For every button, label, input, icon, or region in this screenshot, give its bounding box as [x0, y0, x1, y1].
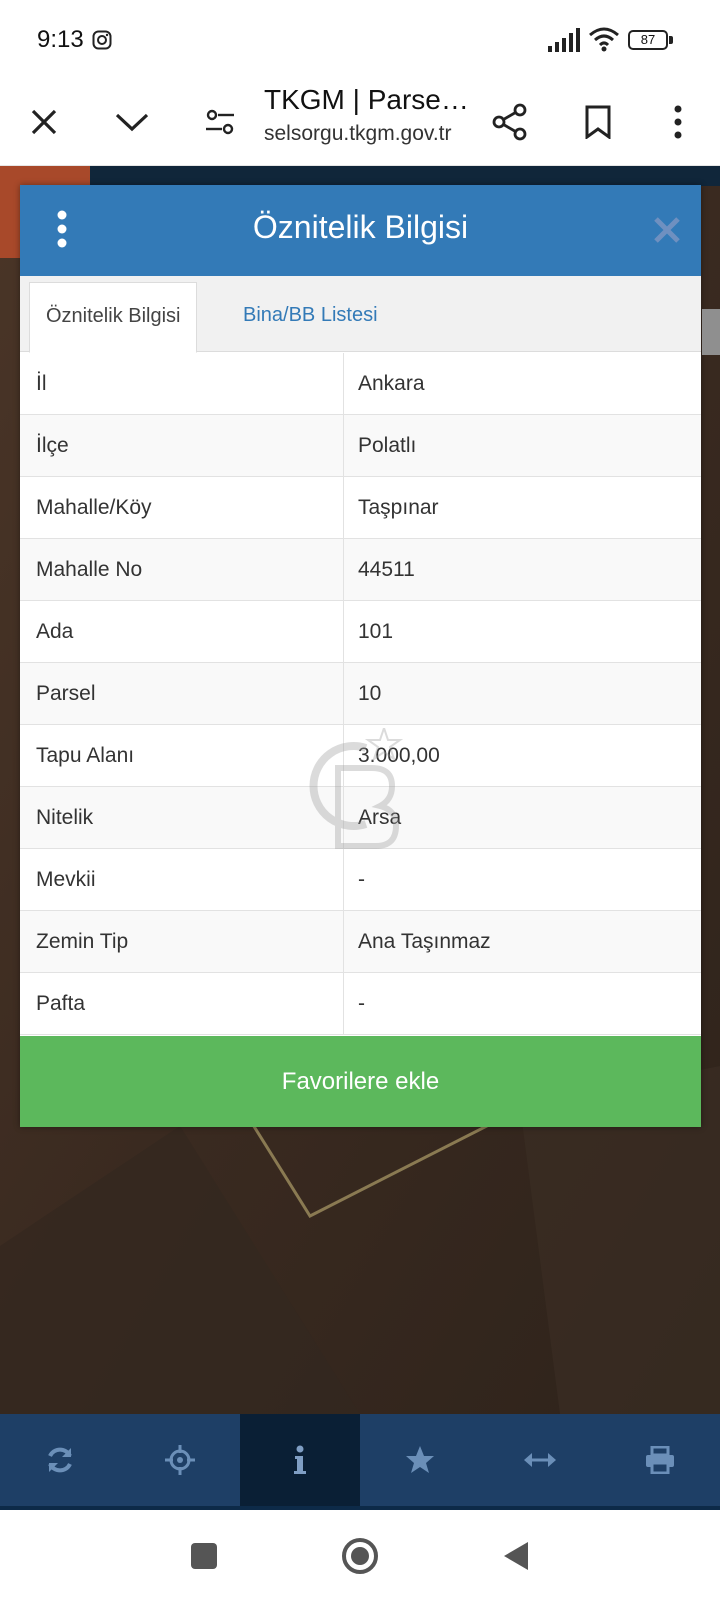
attribute-table: İl Ankara İlçe Polatlı Mahalle/Köy Taşpınar… — [20, 353, 701, 1035]
instagram-icon — [92, 30, 112, 50]
tab-attribute-info[interactable]: Öznitelik Bilgisi — [29, 282, 198, 353]
status-bar: 9:13 87 — [0, 0, 720, 80]
map-top-bar — [90, 166, 720, 186]
close-tab-button[interactable] — [20, 98, 68, 146]
refresh-icon — [48, 1447, 72, 1473]
tune-icon — [206, 109, 234, 135]
modal-title: Öznitelik Bilgisi — [252, 209, 469, 245]
minimize-button[interactable] — [108, 98, 156, 146]
attribute-info-modal: Öznitelik Bilgisi Öznitelik Bilgisi Bina… — [20, 185, 701, 1127]
table-row: İl Ankara — [20, 353, 701, 415]
row-key: Tapu Alanı — [36, 744, 135, 767]
map-toolbar — [0, 1414, 720, 1510]
modal-close-button[interactable] — [650, 213, 684, 247]
modal-header: Öznitelik Bilgisi — [20, 185, 701, 276]
row-key: Mahalle/Köy — [36, 496, 152, 519]
browser-toolbar: TKGM | Parse… selsorgu.tkgm.gov.tr — [0, 80, 720, 166]
page-title: TKGM | Parse… — [264, 84, 469, 115]
row-key: İl — [36, 372, 47, 395]
table-row: Mahalle No 44511 — [20, 539, 701, 601]
row-value: Taşpınar — [358, 496, 439, 519]
signal-icon — [548, 28, 580, 52]
measure-button[interactable] — [480, 1414, 600, 1506]
row-key: Parsel — [36, 682, 96, 705]
info-button[interactable] — [240, 1414, 360, 1506]
print-icon — [646, 1446, 674, 1474]
print-button[interactable] — [600, 1414, 720, 1506]
row-key: İlçe — [36, 434, 69, 457]
refresh-button[interactable] — [0, 1414, 120, 1506]
row-value: Ankara — [358, 372, 425, 395]
tab-building-list[interactable]: Bina/BB Listesi — [227, 282, 394, 353]
back-icon — [504, 1542, 528, 1570]
back-button[interactable] — [492, 1532, 540, 1580]
row-key: Pafta — [36, 992, 86, 1015]
table-row: İlçe Polatlı — [20, 415, 701, 477]
row-key: Mevkii — [36, 868, 96, 891]
row-value: - — [358, 992, 365, 1015]
locate-button[interactable] — [120, 1414, 240, 1506]
row-value: Ana Taşınmaz — [358, 930, 491, 953]
modal-tabs: Öznitelik Bilgisi Bina/BB Listesi — [20, 276, 701, 353]
home-button[interactable] — [336, 1532, 384, 1580]
site-settings-button[interactable] — [196, 98, 244, 146]
recents-icon — [191, 1543, 217, 1569]
star-icon — [406, 1446, 434, 1473]
table-row: Zemin Tip Ana Taşınmaz — [20, 911, 701, 973]
row-value: 44511 — [358, 558, 415, 581]
share-button[interactable] — [486, 98, 534, 146]
row-key: Zemin Tip — [36, 930, 129, 953]
favorites-button[interactable] — [360, 1414, 480, 1506]
bookmark-button[interactable] — [574, 98, 622, 146]
more-options-button[interactable] — [654, 98, 702, 146]
battery-icon: 87 — [628, 30, 674, 50]
row-value: Polatlı — [358, 434, 417, 457]
row-key: Nitelik — [36, 806, 94, 829]
wifi-icon — [589, 27, 619, 52]
row-value: 101 — [358, 620, 394, 643]
table-row: Parsel 10 — [20, 663, 701, 725]
table-row: Pafta - — [20, 973, 701, 1035]
watermark-logo — [309, 728, 404, 849]
table-row: Ada 101 — [20, 601, 701, 663]
measure-icon — [524, 1453, 556, 1467]
table-row: Mahalle/Köy Taşpınar — [20, 477, 701, 539]
locate-icon — [165, 1445, 195, 1475]
close-icon — [31, 109, 57, 135]
home-icon — [342, 1538, 378, 1574]
more-vertical-icon — [674, 105, 682, 139]
status-time: 9:13 — [37, 26, 84, 53]
info-icon — [294, 1445, 306, 1474]
bookmark-icon — [585, 105, 611, 139]
page-url: selsorgu.tkgm.gov.tr — [264, 122, 452, 145]
system-navigation-bar — [0, 1510, 720, 1600]
scrollbar-thumb[interactable] — [702, 309, 720, 355]
share-icon — [492, 103, 527, 141]
add-to-favorites-button[interactable]: Favorilere ekle — [20, 1036, 701, 1127]
row-key: Ada — [36, 620, 74, 643]
battery-level: 87 — [628, 30, 668, 50]
row-value: 10 — [358, 682, 382, 705]
row-key: Mahalle No — [36, 558, 143, 581]
recents-button[interactable] — [180, 1532, 228, 1580]
chevron-down-icon — [115, 113, 149, 132]
